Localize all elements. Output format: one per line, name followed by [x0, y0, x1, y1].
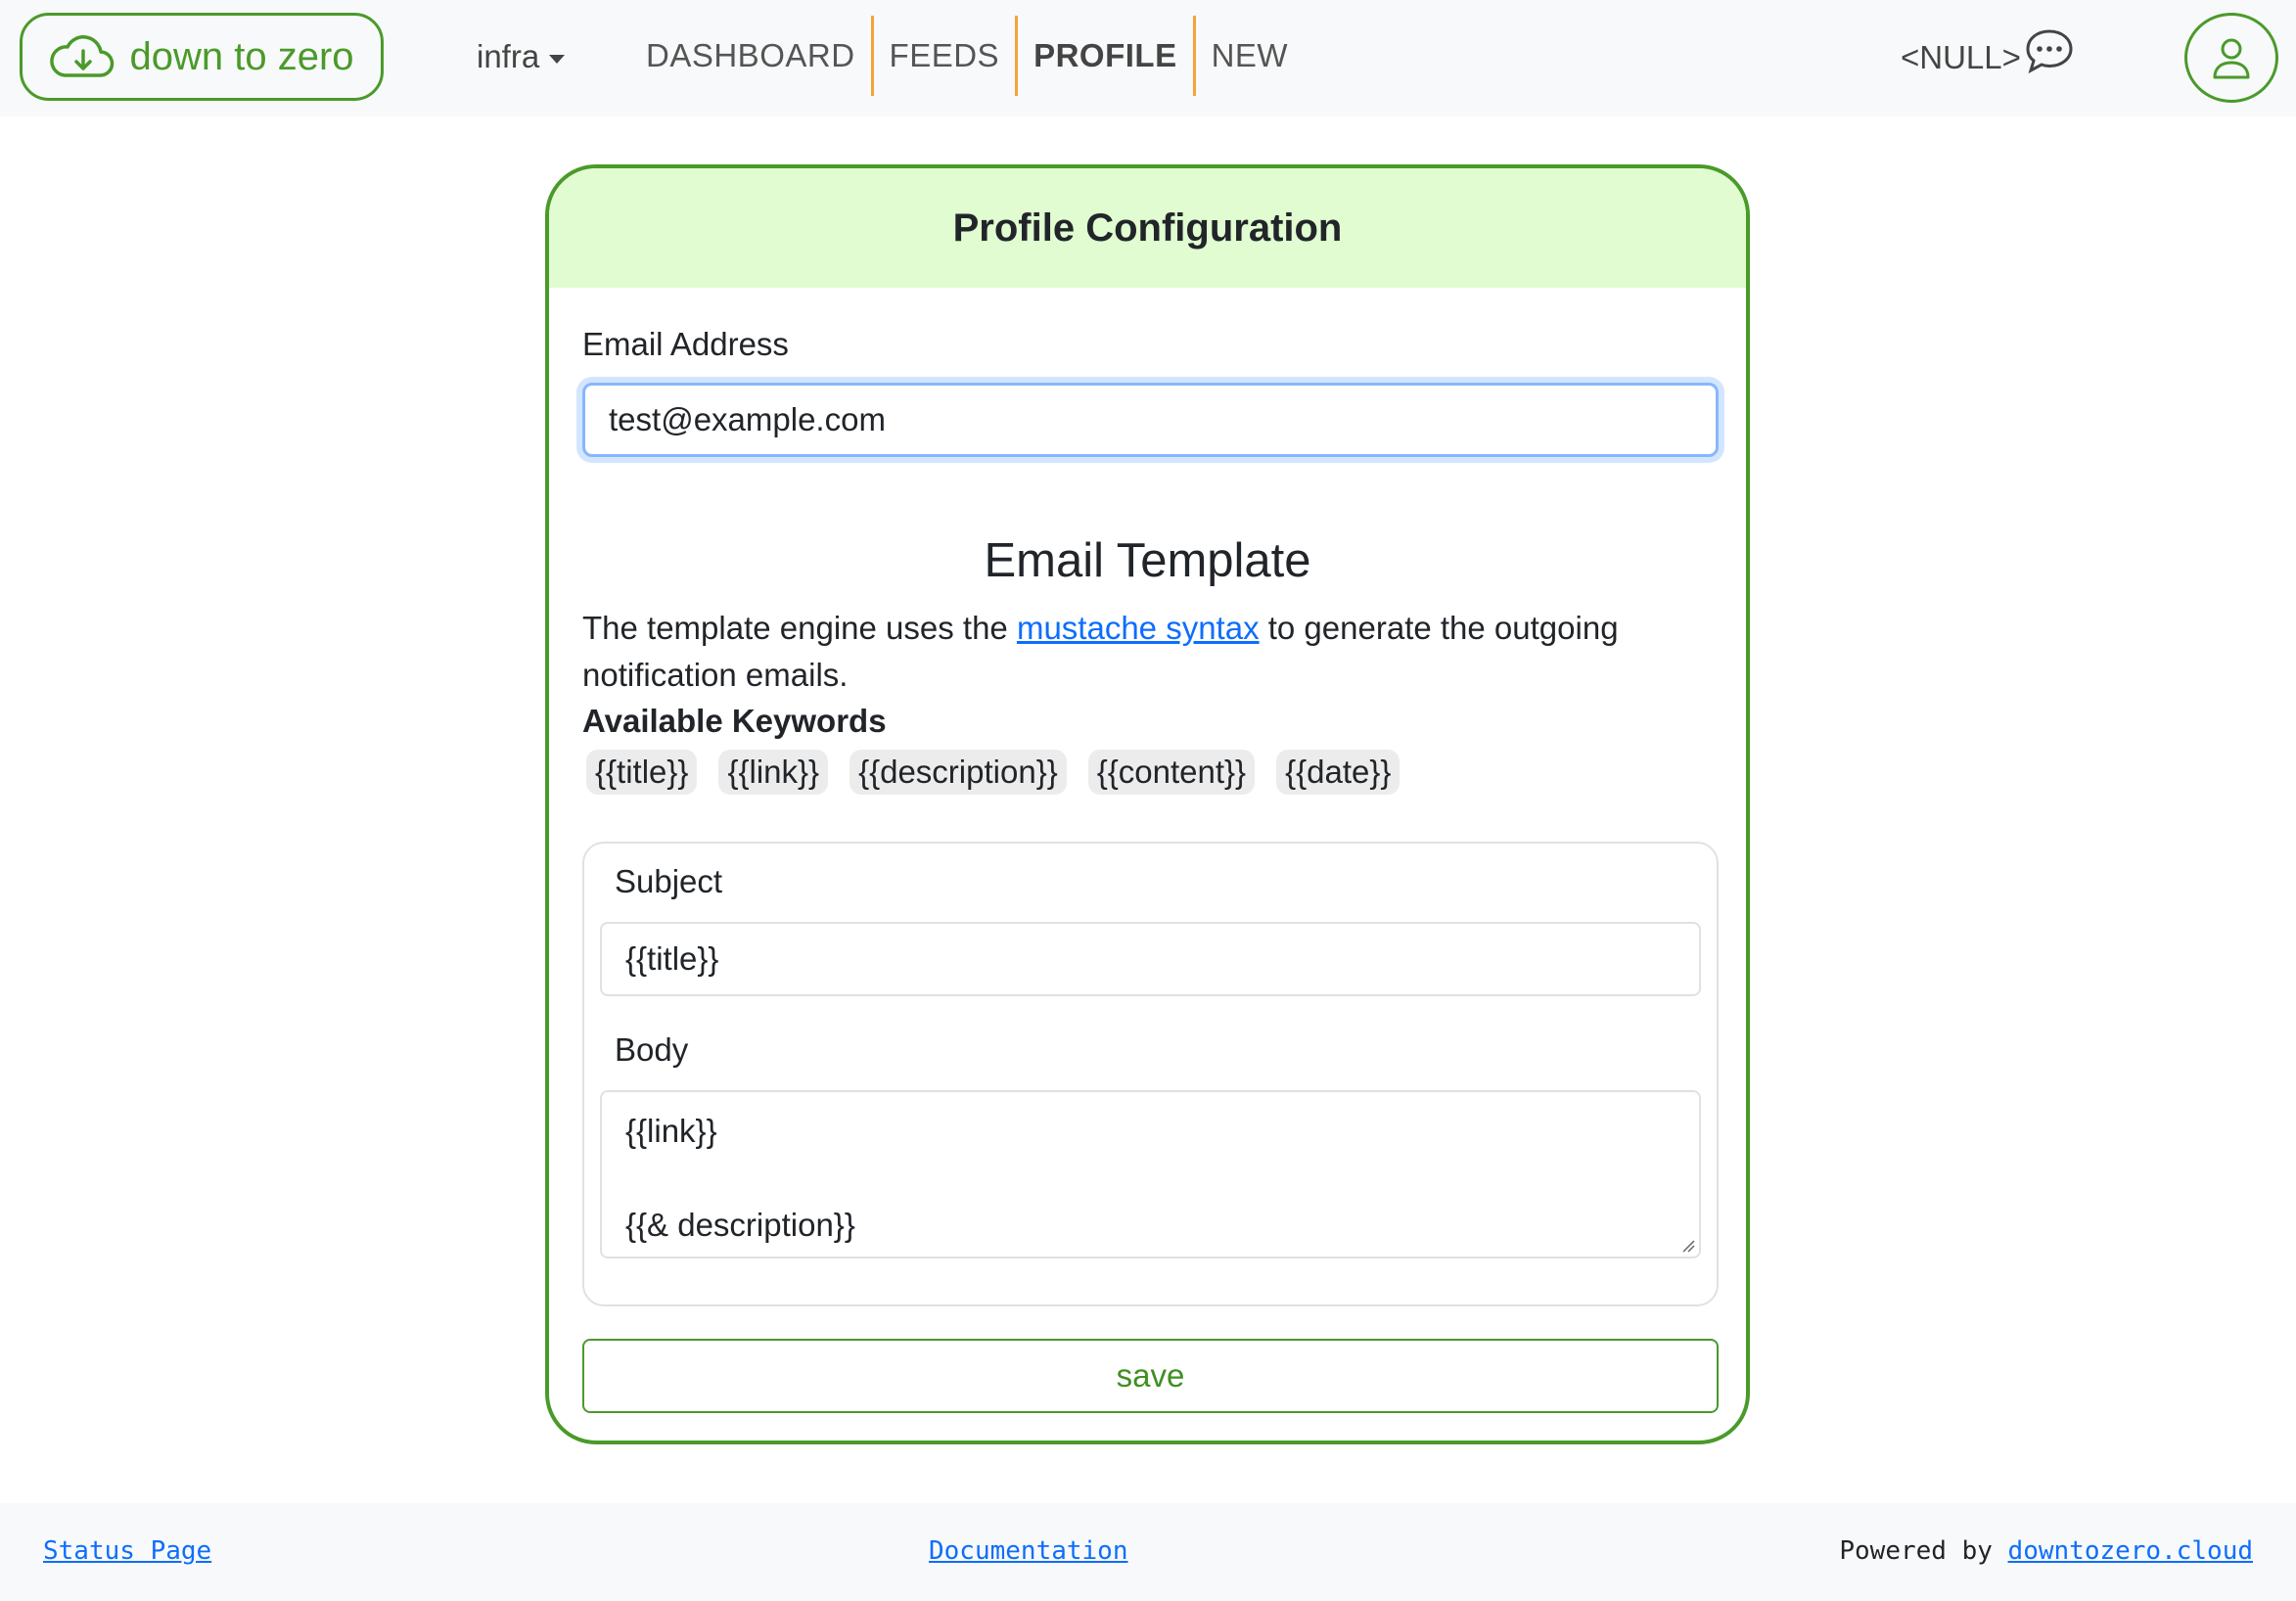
status-page-link[interactable]: Status Page	[43, 1536, 211, 1566]
subject-label: Subject	[615, 863, 723, 899]
keyword-badge-link: {{link}}	[718, 750, 829, 795]
environment-dropdown[interactable]: infra	[477, 34, 566, 79]
downtozero-link[interactable]: downtozero.cloud	[2008, 1536, 2253, 1566]
save-button[interactable]: save	[582, 1339, 1719, 1413]
email-input[interactable]	[582, 383, 1719, 457]
keyword-badge-description: {{description}}	[850, 750, 1067, 795]
keywords-list: {{title}} {{link}} {{description}} {{con…	[586, 750, 1401, 795]
brand-name: down to zero	[129, 34, 354, 78]
caret-down-icon	[549, 54, 566, 64]
environment-label: infra	[477, 38, 540, 74]
nav-new[interactable]: NEW	[1196, 16, 1305, 96]
keyword-badge-content: {{content}}	[1087, 750, 1256, 795]
body-text: {{link}} {{& description}}	[625, 1113, 855, 1243]
brand-logo-button[interactable]: down to zero	[20, 13, 384, 101]
user-profile-button[interactable]	[2184, 13, 2278, 103]
body-label: Body	[615, 1031, 689, 1068]
email-label: Email Address	[582, 326, 789, 362]
email-template-title: Email Template	[984, 534, 1311, 587]
documentation-link[interactable]: Documentation	[929, 1536, 1128, 1566]
user-icon	[2213, 38, 2250, 79]
template-fields-box: Subject {{title}} Body {{link}} {{& desc…	[582, 842, 1719, 1306]
profile-config-card: Profile Configuration Email Address Emai…	[545, 164, 1750, 1444]
desc-text-before: The template engine uses the	[582, 610, 1017, 646]
card-title: Profile Configuration	[549, 168, 1746, 288]
keyword-badge-date: {{date}}	[1276, 750, 1401, 795]
user-display-name: <NULL>	[1901, 39, 2021, 75]
powered-by-text: Powered by	[1839, 1536, 2008, 1566]
keywords-title: Available Keywords	[582, 703, 887, 739]
resize-handle-icon[interactable]	[1681, 1239, 1695, 1253]
nav-profile[interactable]: PROFILE	[1018, 16, 1193, 96]
cloud-download-icon	[50, 35, 115, 77]
nav-dashboard[interactable]: DASHBOARD	[634, 16, 871, 96]
mustache-syntax-link[interactable]: mustache syntax	[1017, 610, 1260, 646]
powered-by: Powered by downtozero.cloud	[1839, 1536, 2253, 1566]
chat-bubble-icon[interactable]	[2024, 27, 2075, 74]
subject-input[interactable]: {{title}}	[600, 922, 1701, 996]
top-navbar: down to zero infra DASHBOARD FEEDS PROFI…	[0, 0, 2296, 116]
main-nav: DASHBOARD FEEDS PROFILE NEW	[634, 16, 1304, 96]
nav-feeds[interactable]: FEEDS	[874, 16, 1016, 96]
body-textarea[interactable]: {{link}} {{& description}}	[600, 1090, 1701, 1258]
keyword-badge-title: {{title}}	[586, 750, 698, 795]
page-footer: Status Page Documentation Powered by dow…	[0, 1503, 2296, 1601]
template-description: The template engine uses the mustache sy…	[582, 605, 1708, 699]
